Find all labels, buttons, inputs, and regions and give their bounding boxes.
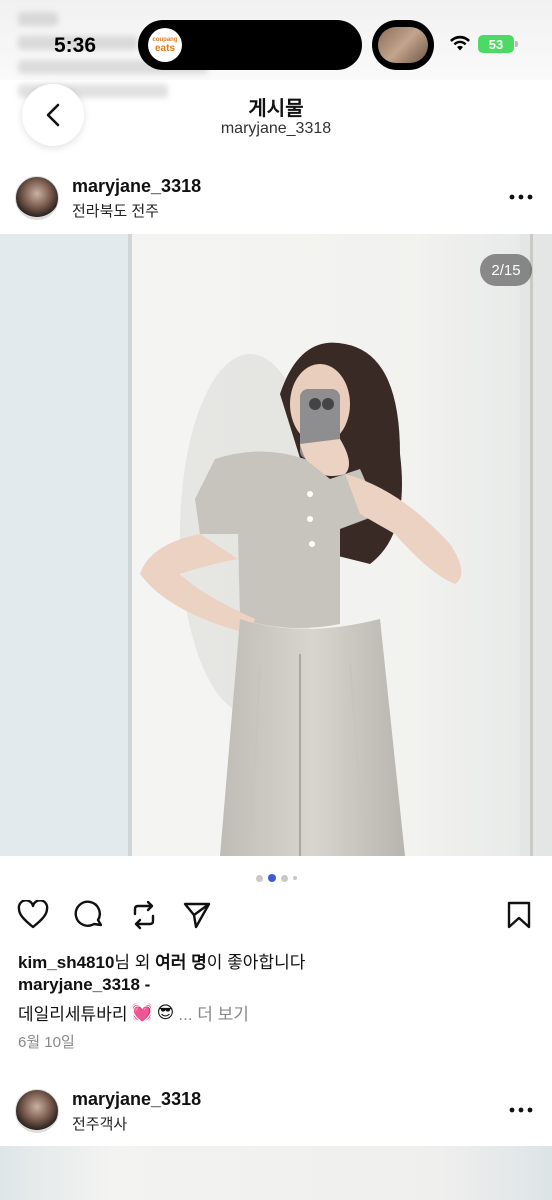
caption-text: 데일리세튜바리 — [18, 1005, 128, 1024]
post-actions — [0, 896, 552, 936]
repost-button[interactable] — [127, 898, 161, 932]
likes-rest: 님 외 — [114, 953, 156, 972]
sunglasses-emoji: 😎 — [156, 1002, 175, 1022]
carousel-dot — [280, 874, 288, 882]
more-options-button[interactable] — [508, 184, 534, 210]
dynamic-island[interactable]: coupang eats — [138, 20, 362, 70]
carousel-dot — [292, 876, 297, 880]
coupang-eats-icon: coupang eats — [148, 28, 182, 62]
like-button[interactable] — [16, 898, 50, 932]
page-header: 게시물 maryjane_3318 — [0, 80, 552, 156]
carousel-dot-active — [267, 874, 276, 882]
more-options-button[interactable] — [508, 1097, 534, 1123]
post-username[interactable]: maryjane_3318 — [72, 1089, 201, 1110]
status-bar: 5:36 coupang eats 53 — [0, 0, 552, 98]
post-username[interactable]: maryjane_3318 — [72, 176, 201, 197]
page-subtitle: maryjane_3318 — [220, 120, 332, 137]
avatar[interactable] — [15, 176, 59, 220]
heart-emoji: 💓 — [131, 1002, 153, 1022]
paper-plane-icon — [183, 902, 211, 929]
live-activity[interactable] — [372, 20, 434, 70]
likes-summary[interactable]: kim_sh4810님 외 여러 명이 좋아합니다 — [18, 948, 305, 973]
post-header: maryjane_3318 전라북도 전주 — [0, 168, 552, 228]
caption-username[interactable]: maryjane_3318 - — [18, 975, 150, 995]
status-time: 5:36 — [54, 34, 97, 57]
comment-icon — [74, 900, 103, 927]
likes-bold[interactable]: 여러 명 — [155, 953, 207, 972]
more-link[interactable]: ... 더 보기 — [178, 1000, 249, 1025]
carousel-dot — [255, 874, 263, 882]
more-dots-icon — [509, 194, 533, 200]
battery-level: 53 — [488, 36, 504, 52]
share-button[interactable] — [180, 898, 214, 932]
page-title: 게시물 — [248, 98, 304, 120]
heart-icon — [17, 900, 49, 929]
comment-button[interactable] — [72, 898, 106, 932]
island-app-bottom-label: eats — [154, 42, 175, 54]
wifi-icon — [450, 35, 470, 51]
live-activity-thumbnail — [378, 27, 428, 63]
photo-illustration — [0, 234, 552, 856]
likes-user[interactable]: kim_sh4810 — [18, 953, 114, 972]
bookmark-icon — [507, 901, 531, 929]
image-counter-badge: 2/15 — [480, 254, 532, 286]
avatar[interactable] — [15, 1089, 59, 1133]
battery-indicator: 53 — [478, 35, 518, 53]
save-button[interactable] — [502, 898, 536, 932]
likes-tail: 이 좋아합니다 — [206, 953, 306, 972]
post-date: 6월 10일 — [18, 1034, 75, 1051]
post-location[interactable]: 전라북도 전주 — [72, 200, 159, 221]
post-photo[interactable]: 2/15 — [0, 234, 552, 856]
next-post-header: maryjane_3318 전주객사 — [0, 1081, 552, 1141]
next-post-photo[interactable] — [0, 1146, 552, 1200]
repost-icon — [133, 900, 155, 930]
carousel-indicator — [0, 874, 552, 882]
post-location[interactable]: 전주객사 — [72, 1113, 127, 1134]
caption: 데일리세튜바리 💓 😎 ... 더 보기 — [18, 1000, 249, 1025]
more-dots-icon — [509, 1107, 533, 1113]
